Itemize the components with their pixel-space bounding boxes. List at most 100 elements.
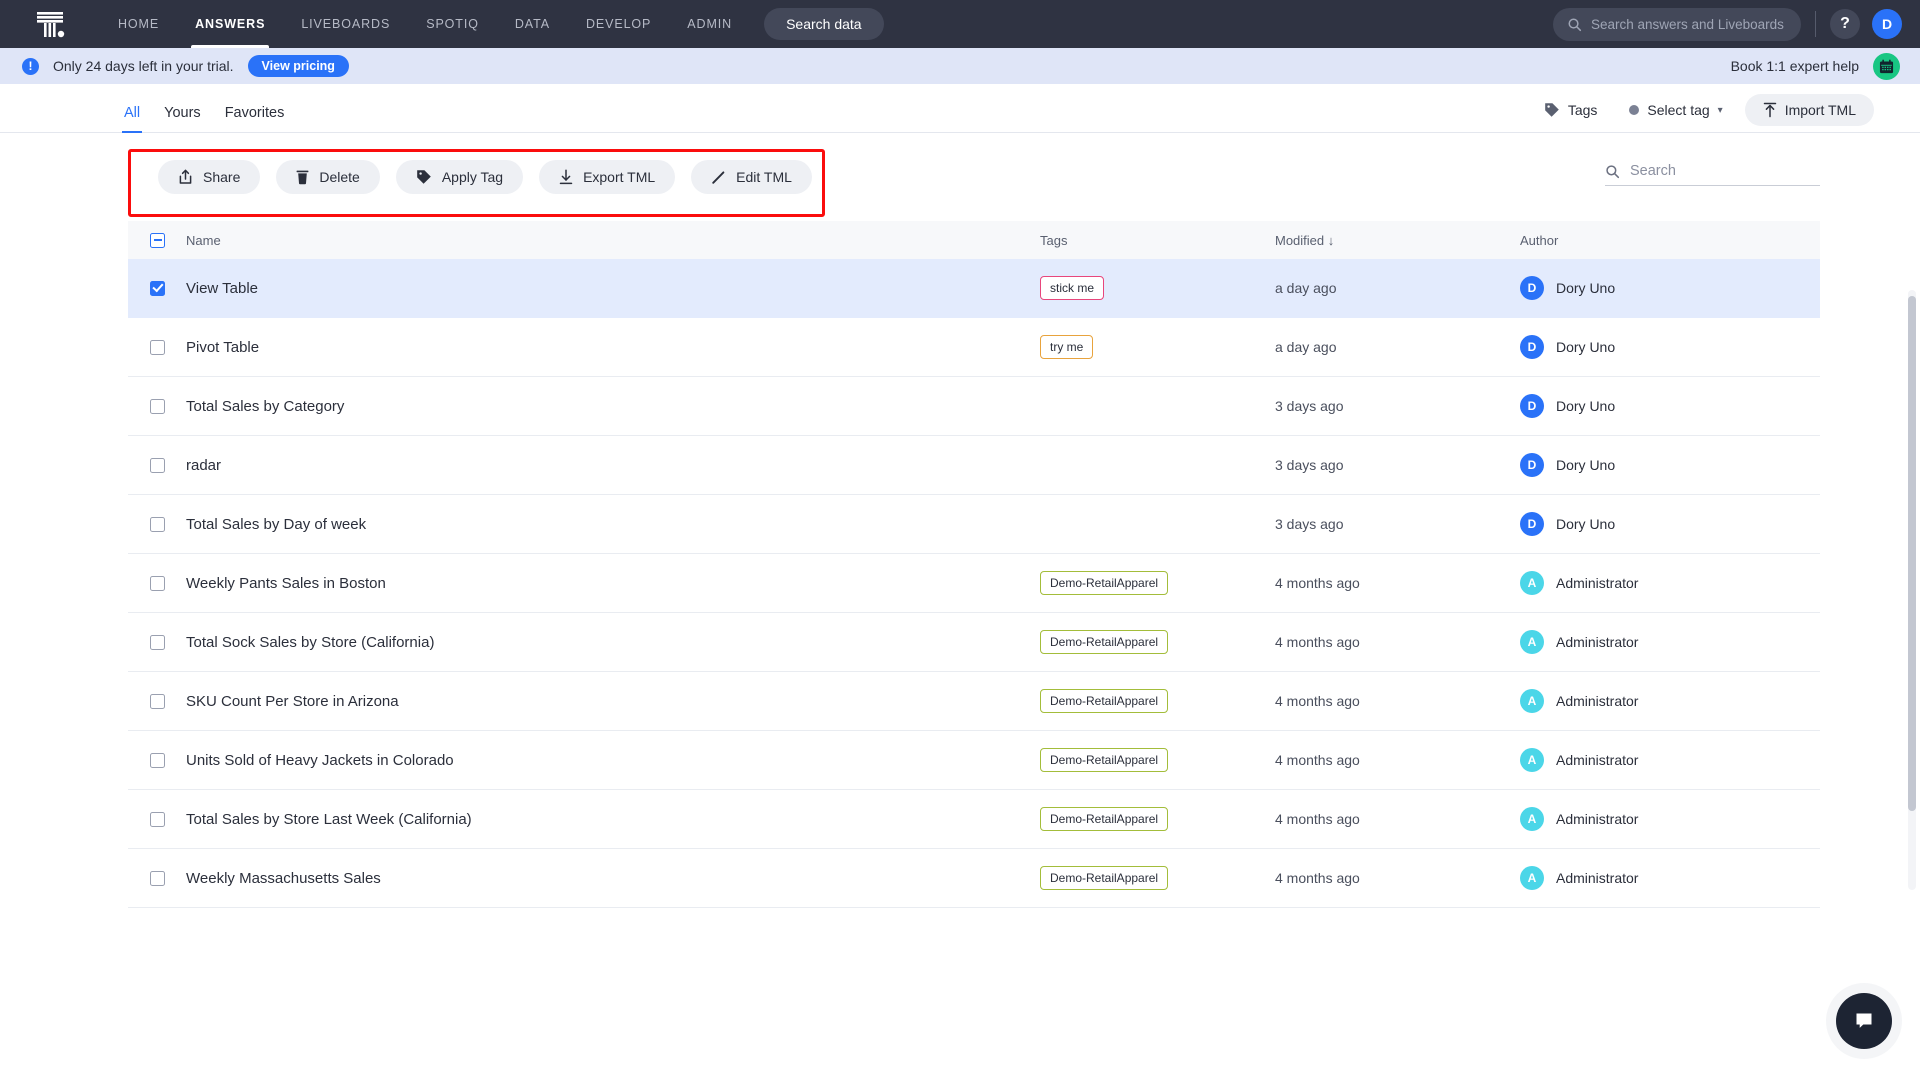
share-button[interactable]: Share [158,160,260,194]
table-row[interactable]: Pivot Tabletry mea day agoDDory Uno [128,318,1820,377]
edit-tml-label: Edit TML [736,169,792,185]
delete-button[interactable]: Delete [276,160,379,194]
avatar: D [1520,276,1544,300]
row-checkbox-cell [150,635,186,650]
tab-all[interactable]: All [112,105,152,132]
nav-item-spotiq[interactable]: SPOTIQ [408,0,497,48]
row-author-name: Dory Uno [1556,457,1615,473]
table-row[interactable]: View Tablestick mea day agoDDory Uno [128,259,1820,318]
row-name[interactable]: Weekly Massachusetts Sales [186,870,1040,887]
avatar: A [1520,748,1544,772]
row-checkbox[interactable] [150,694,165,709]
column-header-name[interactable]: Name [186,233,1040,248]
row-tags-cell: Demo-RetailApparel [1040,630,1275,654]
row-checkbox[interactable] [150,635,165,650]
trial-message: Only 24 days left in your trial. [53,58,234,74]
column-header-tags[interactable]: Tags [1040,233,1275,248]
edit-tml-button[interactable]: Edit TML [691,160,812,194]
row-name[interactable]: Total Sales by Category [186,398,1040,415]
help-icon[interactable]: ? [1830,9,1860,39]
book-expert-help-link[interactable]: Book 1:1 expert help [1731,58,1859,74]
column-header-modified[interactable]: Modified ↓ [1275,233,1520,248]
tag-chip[interactable]: Demo-RetailApparel [1040,689,1168,713]
row-name[interactable]: View Table [186,280,1040,297]
table-row[interactable]: Total Sales by Store Last Week (Californ… [128,790,1820,849]
table-row[interactable]: radar3 days agoDDory Uno [128,436,1820,495]
row-author-name: Administrator [1556,870,1638,886]
nav-item-answers[interactable]: ANSWERS [177,0,283,48]
tag-chip[interactable]: stick me [1040,276,1104,300]
row-name[interactable]: Total Sock Sales by Store (California) [186,634,1040,651]
row-author-cell: AAdministrator [1520,630,1820,654]
row-author-name: Administrator [1556,575,1638,591]
row-checkbox[interactable] [150,399,165,414]
info-icon: ! [22,58,39,75]
pencil-icon [711,170,726,185]
tag-chip[interactable]: Demo-RetailApparel [1040,571,1168,595]
row-modified: 4 months ago [1275,870,1520,886]
row-name[interactable]: radar [186,457,1040,474]
apply-tag-button[interactable]: Apply Tag [396,160,523,194]
calendar-icon[interactable] [1873,53,1900,80]
nav-item-admin[interactable]: ADMIN [669,0,750,48]
global-search-placeholder: Search answers and Liveboards [1591,17,1784,32]
row-checkbox[interactable] [150,458,165,473]
global-search-input[interactable]: Search answers and Liveboards [1553,8,1801,41]
row-checkbox[interactable] [150,281,165,296]
row-name[interactable]: Pivot Table [186,339,1040,356]
thoughtspot-logo[interactable] [28,9,74,39]
delete-label: Delete [319,169,359,185]
row-checkbox[interactable] [150,753,165,768]
row-checkbox[interactable] [150,576,165,591]
tab-favorites[interactable]: Favorites [213,105,297,132]
share-icon [178,169,193,185]
row-name[interactable]: Total Sales by Store Last Week (Californ… [186,811,1040,828]
row-name[interactable]: SKU Count Per Store in Arizona [186,693,1040,710]
row-name[interactable]: Weekly Pants Sales in Boston [186,575,1040,592]
avatar: A [1520,866,1544,890]
table-row[interactable]: Units Sold of Heavy Jackets in ColoradoD… [128,731,1820,790]
tag-chip[interactable]: Demo-RetailApparel [1040,748,1168,772]
row-checkbox[interactable] [150,871,165,886]
user-avatar[interactable]: D [1872,9,1902,39]
table-row[interactable]: Total Sales by Category3 days agoDDory U… [128,377,1820,436]
table-row[interactable]: SKU Count Per Store in ArizonaDemo-Retai… [128,672,1820,731]
row-tags-cell: Demo-RetailApparel [1040,689,1275,713]
tag-icon [416,169,432,185]
tab-yours[interactable]: Yours [152,105,213,132]
export-tml-button[interactable]: Export TML [539,160,675,194]
row-checkbox-cell [150,281,186,296]
nav-item-liveboards[interactable]: LIVEBOARDS [283,0,408,48]
chat-bubble-icon[interactable] [1836,993,1892,1049]
tag-chip[interactable]: Demo-RetailApparel [1040,630,1168,654]
search-input[interactable]: Search [1605,163,1820,186]
tags-button[interactable]: Tags [1534,95,1608,125]
row-author-name: Administrator [1556,693,1638,709]
tag-chip[interactable]: try me [1040,335,1093,359]
tag-chip[interactable]: Demo-RetailApparel [1040,807,1168,831]
search-data-button[interactable]: Search data [764,8,884,40]
table-row[interactable]: Weekly Massachusetts SalesDemo-RetailApp… [128,849,1820,908]
nav-item-develop[interactable]: DEVELOP [568,0,669,48]
tag-chip[interactable]: Demo-RetailApparel [1040,866,1168,890]
nav-item-data[interactable]: DATA [497,0,568,48]
row-name[interactable]: Total Sales by Day of week [186,516,1040,533]
row-checkbox[interactable] [150,812,165,827]
row-author-cell: DDory Uno [1520,335,1820,359]
row-checkbox[interactable] [150,517,165,532]
column-header-author[interactable]: Author [1520,233,1820,248]
avatar: A [1520,630,1544,654]
chevron-down-icon: ▾ [1718,105,1723,116]
row-checkbox[interactable] [150,340,165,355]
import-tml-button[interactable]: Import TML [1745,94,1874,126]
table-row[interactable]: Total Sales by Day of week3 days agoDDor… [128,495,1820,554]
select-tag-dropdown[interactable]: Select tag ▾ [1619,95,1732,125]
row-name[interactable]: Units Sold of Heavy Jackets in Colorado [186,752,1040,769]
page-scrollbar-thumb[interactable] [1908,296,1916,811]
view-pricing-button[interactable]: View pricing [248,55,349,77]
export-tml-label: Export TML [583,169,655,185]
select-all-checkbox[interactable] [150,233,165,248]
nav-item-home[interactable]: HOME [100,0,177,48]
table-row[interactable]: Weekly Pants Sales in BostonDemo-RetailA… [128,554,1820,613]
table-row[interactable]: Total Sock Sales by Store (California)De… [128,613,1820,672]
